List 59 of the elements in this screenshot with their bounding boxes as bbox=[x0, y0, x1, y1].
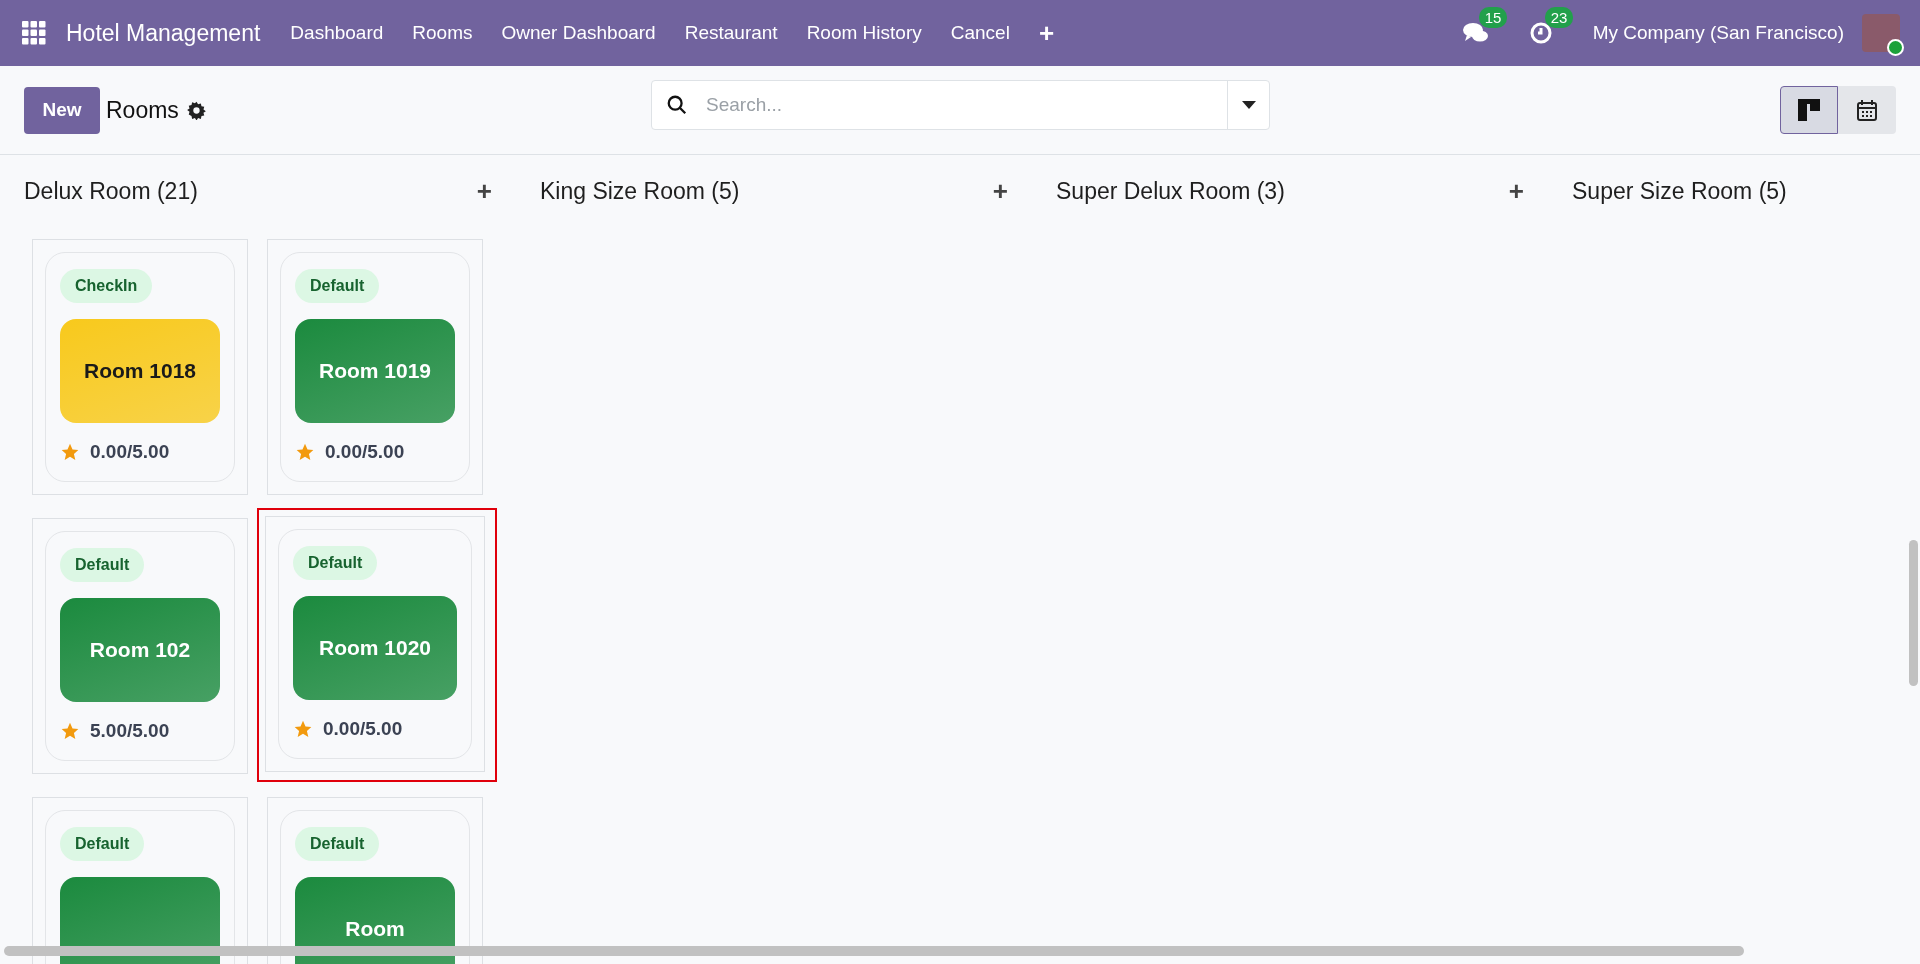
menu-item[interactable]: Restaurant bbox=[684, 22, 778, 44]
room-name: Room 1018 bbox=[83, 358, 196, 384]
star-icon bbox=[60, 442, 80, 462]
kanban-icon bbox=[1798, 99, 1820, 121]
group-title: Delux Room (21) bbox=[24, 177, 198, 205]
search-field[interactable]: Search... bbox=[651, 80, 1270, 130]
settings-icon[interactable] bbox=[186, 100, 206, 120]
rating-value: 5.00/5.00 bbox=[90, 720, 170, 742]
online-status-dot bbox=[1887, 39, 1904, 56]
menu-item[interactable]: Owner Dashboard bbox=[501, 22, 656, 44]
add-card-button[interactable]: + bbox=[992, 178, 1008, 204]
star-icon bbox=[293, 719, 313, 739]
search-input[interactable]: Search... bbox=[704, 80, 1227, 130]
app-grid-icon[interactable] bbox=[22, 21, 46, 45]
rating-value: 0.00/5.00 bbox=[90, 441, 170, 463]
menu-item[interactable]: Cancel bbox=[950, 22, 1010, 44]
group-title: Super Size Room (5) bbox=[1572, 177, 1787, 205]
app-name: Hotel Management bbox=[66, 19, 261, 47]
room-name: Room 102 bbox=[89, 637, 191, 663]
room-name: Room 1019 bbox=[318, 358, 431, 384]
new-button[interactable]: New bbox=[24, 86, 100, 134]
status-tag: Default bbox=[60, 827, 145, 861]
vertical-scrollbar[interactable] bbox=[1909, 540, 1918, 686]
search-icon bbox=[666, 94, 688, 116]
menu-item[interactable]: Rooms bbox=[412, 22, 473, 44]
caret-icon bbox=[1241, 101, 1256, 109]
star-icon bbox=[295, 442, 315, 462]
calendar-icon bbox=[1857, 99, 1877, 121]
menu-item[interactable]: Room History bbox=[806, 22, 922, 44]
activity-count: 23 bbox=[1544, 7, 1574, 28]
room-card[interactable]: Default Room bbox=[267, 797, 483, 964]
status-tag: Default bbox=[60, 548, 145, 582]
room-name: Room 1020 bbox=[318, 635, 431, 661]
room-card[interactable]: Default bbox=[32, 797, 248, 964]
page-title: Rooms bbox=[106, 96, 179, 124]
clock-icon[interactable] bbox=[1528, 21, 1553, 45]
status-tag: Default bbox=[295, 827, 380, 861]
horizontal-scrollbar[interactable] bbox=[4, 946, 1744, 956]
add-card-button[interactable]: + bbox=[1508, 178, 1524, 204]
group-title: Super Delux Room (3) bbox=[1056, 177, 1285, 205]
status-tag: CheckIn bbox=[60, 269, 153, 303]
star-icon bbox=[60, 721, 80, 741]
rating-value: 0.00/5.00 bbox=[323, 718, 403, 740]
kanban-view-button[interactable] bbox=[1780, 86, 1838, 134]
message-count: 15 bbox=[1478, 7, 1508, 28]
status-tag: Default bbox=[295, 269, 380, 303]
room-name: Room bbox=[345, 916, 405, 942]
add-card-button[interactable]: + bbox=[476, 178, 492, 204]
room-card[interactable]: CheckIn Room 1018 0.00/5.00 bbox=[32, 239, 248, 495]
rating-value: 0.00/5.00 bbox=[325, 441, 405, 463]
room-card[interactable]: Default Room 102 5.00/5.00 bbox=[32, 518, 248, 774]
menu-item[interactable]: Dashboard bbox=[290, 22, 384, 44]
calendar-view-button[interactable] bbox=[1838, 86, 1896, 134]
company-name[interactable]: My Company (San Francisco) bbox=[1592, 22, 1844, 44]
status-tag: Default bbox=[293, 546, 378, 580]
room-card[interactable]: Default Room 1019 0.00/5.00 bbox=[267, 239, 483, 495]
group-title: King Size Room (5) bbox=[540, 177, 740, 205]
room-card[interactable]: Default Room 1020 0.00/5.00 bbox=[265, 516, 485, 772]
add-menu-button[interactable]: + bbox=[1038, 20, 1055, 46]
